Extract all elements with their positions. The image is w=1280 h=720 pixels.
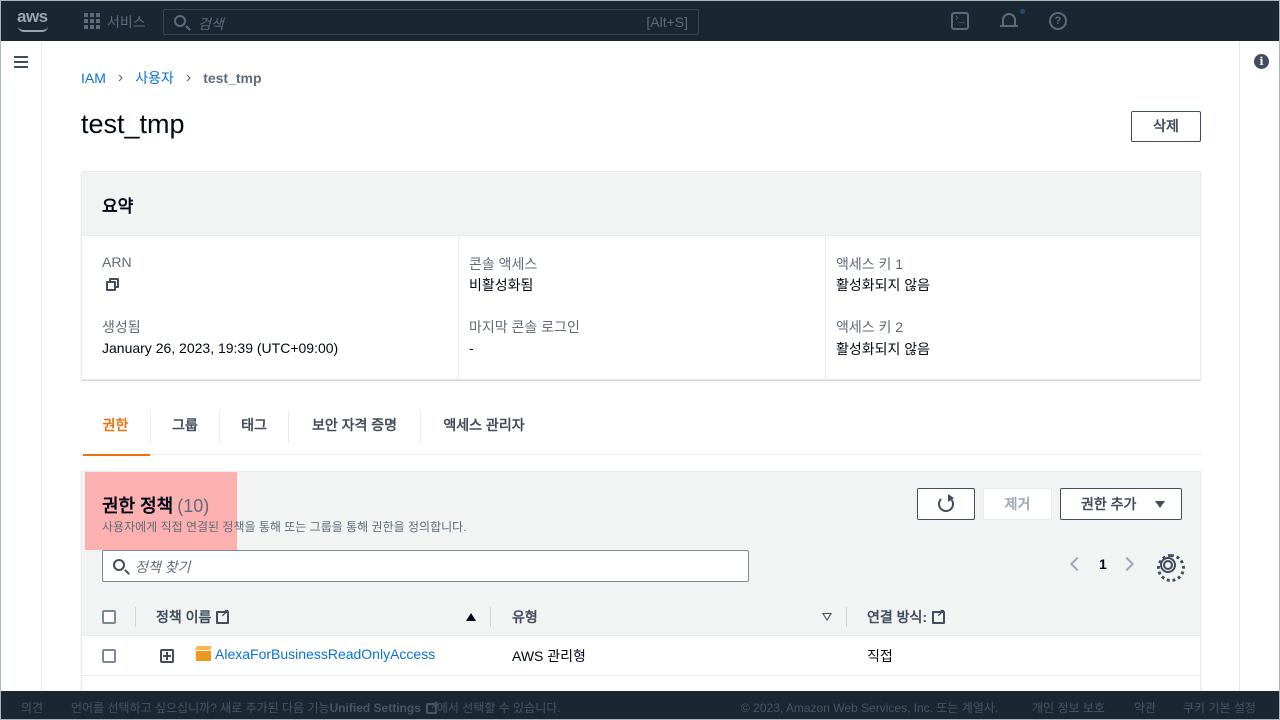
summary-column-2: 콘솔 액세스 비활성화됨 마지막 콘솔 로그인 -	[458, 236, 825, 379]
sort-descending-icon[interactable]	[822, 613, 832, 621]
global-search-input[interactable]: 검색 [Alt+S]	[163, 9, 699, 35]
aws-logo-text: aws	[17, 7, 48, 26]
caret-down-icon	[1155, 501, 1165, 508]
breadcrumb: IAM › 사용자 › test_tmp	[81, 68, 262, 88]
select-all-checkbox[interactable]	[102, 610, 116, 624]
copyright: © 2023, Amazon Web Services, Inc. 또는 계열사…	[741, 701, 999, 715]
search-icon	[113, 559, 125, 571]
services-menu[interactable]: 서비스	[107, 12, 146, 32]
external-link-icon	[932, 607, 945, 624]
language-prompt: 언어를 선택하고 싶으십니까? 새로 추가된 다음 기능Unified Sett…	[71, 699, 561, 716]
feedback-link[interactable]: 의견	[21, 699, 43, 716]
summary-column-1: ARN 생성됨 January 26, 2023, 19:39 (UTC+09:…	[82, 236, 458, 379]
chevron-right-icon: ›	[185, 69, 192, 86]
row-checkbox[interactable]	[102, 649, 116, 663]
console-access-label: 콘솔 액세스	[469, 256, 538, 272]
search-placeholder: 검색	[198, 16, 224, 32]
created-value: January 26, 2023, 19:39 (UTC+09:00)	[102, 340, 339, 356]
chevron-right-icon: ›	[117, 69, 124, 86]
summary-panel: 요약 ARN 생성됨 January 26, 2023, 19:39 (UTC+…	[81, 171, 1201, 380]
last-login-label: 마지막 콘솔 로그인	[469, 319, 580, 335]
summary-column-3: 액세스 키 1 활성화되지 않음 액세스 키 2 활성화되지 않음	[825, 236, 1201, 379]
access-key-2-value: 활성화되지 않음	[836, 341, 931, 357]
bell-icon[interactable]	[1000, 9, 1025, 30]
breadcrumb-iam[interactable]: IAM	[81, 70, 106, 86]
delete-button[interactable]: 삭제	[1131, 111, 1201, 142]
policies-description: 사용자에게 직접 연결된 정책을 통해 또는 그룹을 통해 권한을 정의합니다.	[102, 520, 467, 534]
hamburger-menu-icon[interactable]	[14, 56, 28, 68]
tab-groups[interactable]: 그룹	[151, 409, 219, 455]
terms-link[interactable]: 약관	[1134, 699, 1156, 716]
tab-access-advisor[interactable]: 액세스 관리자	[421, 409, 547, 455]
policy-name-link[interactable]: AlexaForBusinessReadOnlyAccess	[215, 646, 435, 662]
privacy-link[interactable]: 개인 정보 보호	[1032, 699, 1105, 716]
policies-title: 권한 정책 (10)	[102, 492, 209, 518]
access-key-2-label: 액세스 키 2	[836, 319, 904, 335]
aws-logo[interactable]: aws	[17, 7, 53, 35]
services-grid-icon[interactable]	[84, 13, 100, 29]
tab-security-credentials[interactable]: 보안 자격 증명	[289, 409, 420, 455]
external-link-icon	[425, 699, 439, 714]
copy-icon[interactable]	[106, 278, 120, 292]
help-icon[interactable]: ?	[1049, 12, 1067, 30]
add-permissions-button[interactable]: 권한 추가	[1060, 488, 1182, 520]
language-prompt-text: 언어를 선택하고 싶으십니까? 새로 추가된 다음 기능	[71, 701, 330, 715]
policy-search-input[interactable]: 정책 찾기	[102, 550, 749, 582]
tab-permissions[interactable]: 권한	[81, 409, 150, 456]
column-policy-name[interactable]: 정책 이름	[156, 607, 230, 627]
policy-type: AWS 관리형	[512, 648, 586, 664]
policies-count: (10)	[177, 496, 210, 516]
page-number[interactable]: 1	[1099, 556, 1107, 572]
column-type[interactable]: 유형	[512, 607, 538, 627]
table-row: AlexaForBusinessReadOnlyAccess AWS 관리형 직…	[82, 636, 1200, 676]
policies-title-text: 권한 정책	[102, 496, 174, 516]
expand-plus-icon[interactable]	[160, 649, 174, 663]
last-login-value: -	[469, 340, 474, 356]
permissions-policies-panel: 권한 정책 (10) 사용자에게 직접 연결된 정책을 통해 또는 그룹을 통해 …	[81, 471, 1201, 691]
search-shortcut: [Alt+S]	[646, 14, 688, 30]
summary-header	[82, 172, 1200, 236]
sort-ascending-icon[interactable]	[466, 613, 476, 621]
aws-managed-policy-icon	[195, 646, 212, 662]
cloudshell-icon[interactable]	[951, 12, 969, 30]
cookie-preferences-link[interactable]: 쿠키 기본 설정	[1183, 699, 1256, 716]
search-icon	[174, 15, 186, 27]
table-header: 정책 이름 유형 연결 방식:	[82, 598, 1200, 636]
column-attached-via[interactable]: 연결 방식:	[867, 607, 945, 627]
policy-attached-via: 직접	[867, 648, 893, 664]
info-icon[interactable]: i	[1254, 54, 1269, 69]
breadcrumb-current: test_tmp	[203, 70, 262, 86]
unified-settings-link[interactable]: Unified Settings	[330, 701, 421, 715]
settings-gear-icon[interactable]	[1157, 554, 1185, 582]
page-title: test_tmp	[81, 109, 185, 139]
arn-label: ARN	[102, 254, 132, 270]
language-prompt-tail: 에서 선택할 수 있습니다.	[436, 701, 561, 715]
console-access-value: 비활성화됨	[469, 277, 534, 293]
access-key-1-label: 액세스 키 1	[836, 256, 904, 272]
access-key-1-value: 활성화되지 않음	[836, 277, 931, 293]
refresh-button[interactable]	[917, 488, 975, 520]
column-policy-name-label: 정책 이름	[156, 609, 212, 625]
policy-search-placeholder: 정책 찾기	[135, 559, 191, 575]
left-navigation-rail	[1, 41, 42, 691]
right-help-rail: i	[1239, 41, 1279, 691]
column-attached-via-label: 연결 방식:	[867, 609, 928, 625]
iam-user-page: aws 서비스 검색 [Alt+S] ? i IAM › 사용자 › test_…	[0, 0, 1280, 720]
external-link-icon	[216, 607, 230, 624]
add-permissions-label: 권한 추가	[1081, 496, 1137, 512]
tab-bar: 권한 그룹 태그 보안 자격 증명 액세스 관리자	[81, 409, 1201, 456]
remove-button[interactable]: 제거	[983, 488, 1052, 520]
tab-tags[interactable]: 태그	[220, 409, 288, 455]
summary-title: 요약	[102, 197, 134, 216]
breadcrumb-users[interactable]: 사용자	[135, 68, 174, 88]
created-label: 생성됨	[102, 319, 141, 335]
